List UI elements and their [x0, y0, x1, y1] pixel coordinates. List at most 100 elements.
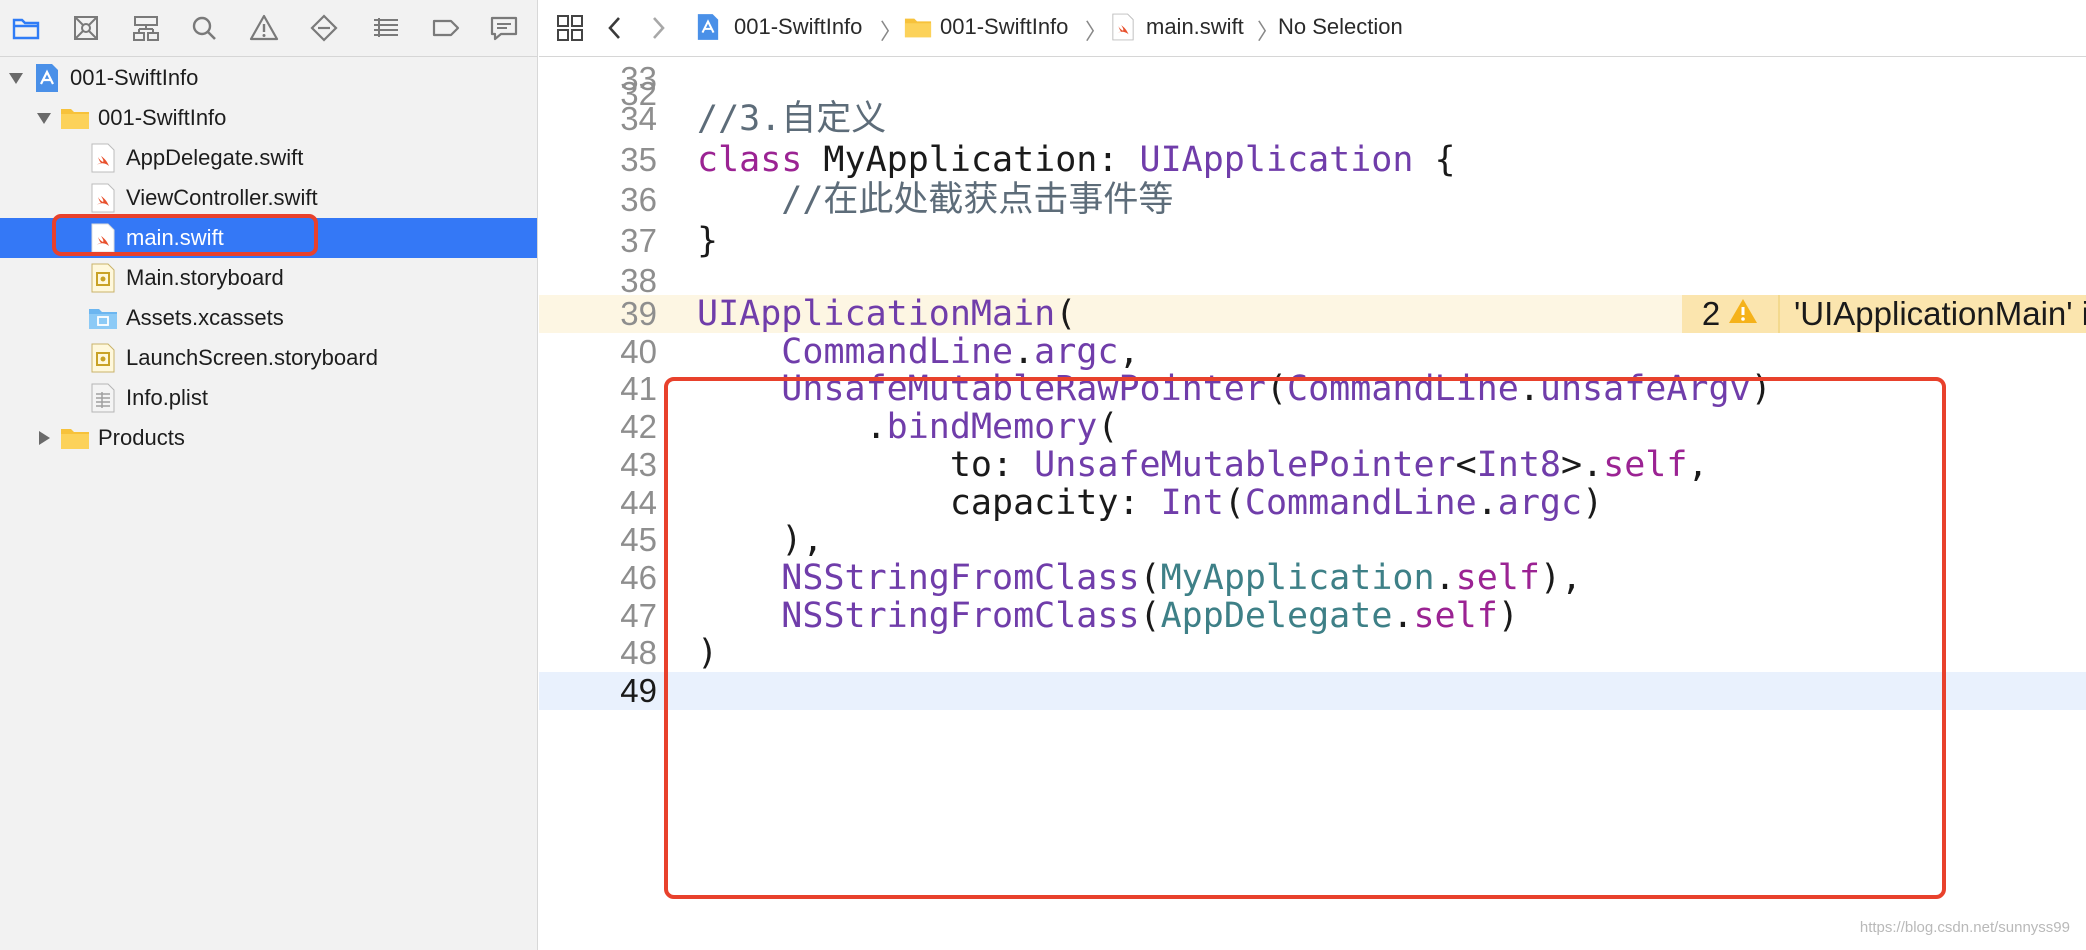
- storyboard-icon: [90, 343, 116, 373]
- code-token: ): [697, 633, 719, 674]
- code-token: UIApplication: [1139, 139, 1414, 180]
- tree-item-file[interactable]: Assets.xcassets: [0, 298, 537, 338]
- line-number: 46: [620, 558, 657, 596]
- code-text: ),: [697, 521, 823, 559]
- code-line[interactable]: 36 //在此处截获点击事件等: [539, 180, 2086, 220]
- code-token: class: [697, 139, 803, 180]
- code-token: UIApplicationMain: [697, 294, 1056, 334]
- tree-item-file[interactable]: ViewController.swift: [0, 178, 537, 218]
- source-editor[interactable]: 32 33 34//3.自定义 35 class MyApplication: UIA…: [539, 57, 2086, 950]
- code-text: UIApplicationMain(: [697, 295, 1076, 333]
- tree-item-file[interactable]: Main.storyboard: [0, 258, 537, 298]
- code-line[interactable]: 48): [539, 634, 2086, 672]
- forward-arrow-icon[interactable]: [648, 14, 668, 47]
- tree-item-file[interactable]: LaunchScreen.storyboard: [0, 338, 537, 378]
- plist-icon: [90, 383, 116, 413]
- breadcrumb-project[interactable]: 001-SwiftInfo: [734, 14, 862, 40]
- code-token: self: [1413, 595, 1498, 636]
- swift-file-icon: [90, 143, 116, 173]
- code-text: NSStringFromClass(AppDelegate.self): [697, 597, 1519, 635]
- back-arrow-icon[interactable]: [605, 14, 625, 47]
- code-token: self: [1603, 444, 1688, 485]
- code-token: ): [1750, 369, 1772, 410]
- code-token: .: [697, 407, 887, 448]
- code-line[interactable]: 33: [539, 59, 2086, 99]
- tree-item-group[interactable]: 001-SwiftInfo: [0, 98, 537, 138]
- code-line[interactable]: 41 UnsafeMutableRawPointer(CommandLine.u…: [539, 370, 2086, 408]
- code-line[interactable]: 47 NSStringFromClass(AppDelegate.self): [539, 597, 2086, 635]
- tree-item-label: main.swift: [126, 225, 224, 250]
- breakpoint-icon[interactable]: [308, 12, 340, 44]
- disclosure-expanded-icon[interactable]: [34, 108, 54, 128]
- tree-item-file-selected[interactable]: main.swift: [0, 218, 537, 258]
- chat-icon[interactable]: [488, 12, 520, 44]
- code-line[interactable]: 35 class MyApplication: UIApplication {: [539, 140, 2086, 180]
- folder-icon[interactable]: [10, 12, 42, 44]
- code-line[interactable]: 46 NSStringFromClass(MyApplication.self)…: [539, 559, 2086, 597]
- line-number: 43: [620, 445, 657, 483]
- swift-file-icon: [90, 183, 116, 213]
- code-line[interactable]: 45 ),: [539, 521, 2086, 559]
- warning-icon[interactable]: [248, 12, 280, 44]
- line-number: 40: [620, 332, 657, 370]
- warning-message: 'UIApplicationMain' is deprecated: Use t…: [1794, 295, 2086, 332]
- tree-item-group[interactable]: Products: [0, 418, 537, 458]
- swift-file-icon: [1111, 13, 1135, 46]
- tree-item-label: Assets.xcassets: [126, 305, 284, 330]
- warning-count: 2: [1701, 295, 1721, 332]
- tree-item-label: ViewController.swift: [126, 185, 318, 210]
- disclosure-expanded-icon[interactable]: [6, 68, 26, 88]
- swift-file-icon: [90, 223, 116, 253]
- code-line[interactable]: 44 capacity: Int(CommandLine.argc): [539, 484, 2086, 522]
- code-token: NSStringFromClass: [781, 557, 1140, 598]
- tree-item-file[interactable]: AppDelegate.swift: [0, 138, 537, 178]
- code-line[interactable]: 42 .bindMemory(: [539, 408, 2086, 446]
- code-text: }: [697, 221, 718, 261]
- source-control-icon[interactable]: [70, 12, 102, 44]
- code-line[interactable]: 49: [539, 672, 2086, 710]
- tree-item-project[interactable]: 001-SwiftInfo: [0, 58, 537, 98]
- code-token: >.: [1560, 444, 1604, 485]
- folder-icon: [60, 103, 90, 133]
- code-token: ): [1497, 595, 1519, 636]
- jump-bar: 001-SwiftInfo 〉 001-SwiftInfo 〉 main.swi…: [539, 0, 2086, 57]
- grid-icon[interactable]: [556, 14, 584, 47]
- code-token: <: [1455, 444, 1477, 485]
- code-line[interactable]: 34 //3.自定义: [539, 99, 2086, 139]
- tree-item-file[interactable]: Info.plist: [0, 378, 537, 418]
- code-token: //在此处截获点击事件等: [697, 180, 1174, 221]
- code-token: ,: [1687, 444, 1709, 485]
- folder-icon: [60, 423, 90, 453]
- tree-item-label: 001-SwiftInfo: [98, 105, 227, 130]
- line-number: 44: [620, 483, 657, 521]
- code-token: to:: [697, 444, 1035, 485]
- search-icon[interactable]: [188, 12, 220, 44]
- warning-annotation[interactable]: 2 'UIApplicationMain' is deprecated: Use…: [1682, 295, 2086, 333]
- line-number: 36: [620, 181, 657, 219]
- disclosure-collapsed-icon[interactable]: [34, 428, 54, 448]
- breadcrumb-separator-icon: 〉: [1085, 19, 1108, 44]
- code-text: CommandLine.argc,: [697, 333, 1139, 371]
- breadcrumb-group[interactable]: 001-SwiftInfo: [940, 14, 1068, 40]
- code-token: (: [1139, 595, 1161, 636]
- code-token: argc: [1497, 482, 1583, 523]
- breadcrumb-file[interactable]: main.swift: [1146, 14, 1244, 40]
- code-text: //在此处截获点击事件等: [697, 180, 1173, 220]
- warning-count-badge[interactable]: 2: [1682, 295, 1780, 333]
- code-text: class MyApplication: UIApplication {: [697, 140, 1456, 180]
- line-number: 35: [620, 140, 657, 178]
- tag-icon[interactable]: [430, 12, 462, 44]
- line-number: 41: [620, 370, 657, 408]
- navigator-toolbar: [0, 0, 538, 57]
- code-line[interactable]: 43 to: UnsafeMutablePointer<Int8>.self,: [539, 446, 2086, 484]
- line-number: 45: [620, 521, 657, 559]
- code-token: AppDelegate: [1160, 595, 1393, 636]
- code-line[interactable]: 40 CommandLine.argc,: [539, 333, 2086, 371]
- hierarchy-icon[interactable]: [130, 12, 162, 44]
- breadcrumb-separator-icon: 〉: [880, 19, 903, 44]
- breadcrumb-symbol[interactable]: No Selection: [1278, 14, 1403, 40]
- debug-list-icon[interactable]: [370, 12, 402, 44]
- code-line[interactable]: 37}: [539, 221, 2086, 261]
- code-token: (: [1223, 482, 1245, 523]
